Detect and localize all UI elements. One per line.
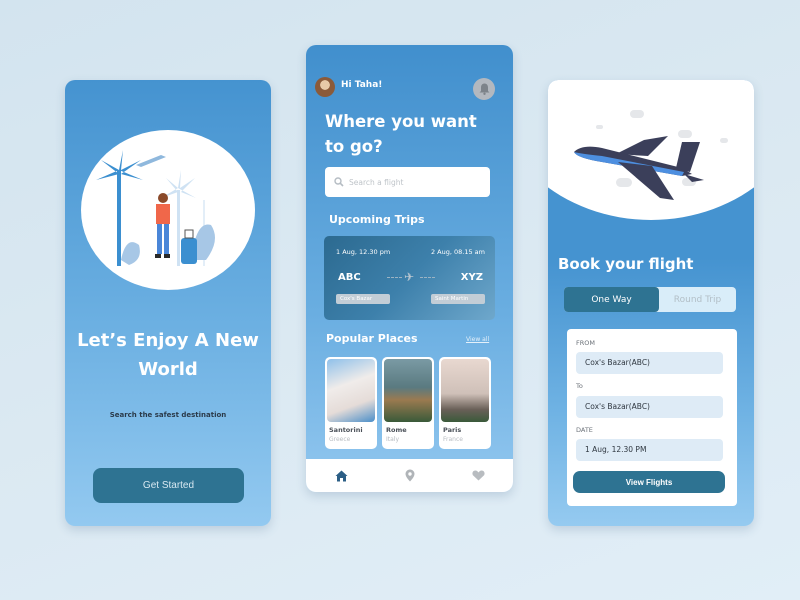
home-screen: Hi Taha! Where you want to go? Search a … [306,45,513,492]
upcoming-trips-heading: Upcoming Trips [329,213,425,226]
notification-button[interactable] [473,78,495,100]
from-field[interactable]: Cox's Bazar(ABC) [576,352,723,374]
onboarding-screen: Let’s Enjoy A New World Search the safes… [65,80,271,526]
from-code: ABC [338,272,361,283]
place-image [384,359,432,422]
popular-places-heading: Popular Places [326,332,418,345]
airplane-icon: ✈ [404,270,415,284]
bell-icon [479,83,489,95]
bottom-nav [306,459,513,492]
page-title: Where you want to go? [325,112,477,156]
trip-type-toggle: One Way Round Trip [564,287,736,312]
trip-card[interactable]: 1 Aug, 12.30 pm 2 Aug, 08.15 am ABC XYZ … [324,236,495,320]
home-icon[interactable] [335,470,348,482]
to-city-tag: Saint Martin [431,294,485,304]
traveler-figure [155,193,170,258]
to-label: To [576,382,583,390]
place-country: Greece [329,436,351,443]
view-all-link[interactable]: View all [466,336,489,343]
booking-form: FROM Cox's Bazar(ABC) To Cox's Bazar(ABC… [567,329,737,506]
booking-screen: Book your flight One Way Round Trip FROM… [548,80,754,526]
place-image [441,359,489,422]
cloud-icon [720,138,728,143]
tab-round-trip[interactable]: Round Trip [659,287,736,312]
avatar[interactable] [315,77,335,97]
place-country: Italy [386,436,400,443]
travel-illustration [81,130,255,290]
depart-time: 1 Aug, 12.30 pm [336,248,391,256]
place-card[interactable]: Paris France [439,357,491,449]
onboarding-subtitle: Search the safest destination [109,411,227,419]
place-card[interactable]: Rome Italy [382,357,434,449]
greeting: Hi Taha! [341,80,383,90]
place-country: France [443,436,463,443]
from-label: FROM [576,339,595,347]
get-started-button[interactable]: Get Started [93,468,244,503]
place-card[interactable]: Santorini Greece [325,357,377,449]
place-image [327,359,375,422]
suitcase-icon [181,229,197,264]
onboarding-title: Let’s Enjoy A New World [77,330,259,380]
route-line [387,277,402,278]
date-label: DATE [576,426,593,434]
search-icon [334,177,344,187]
to-code: XYZ [460,272,483,283]
search-input[interactable]: Search a flight [325,167,490,197]
place-name: Rome [386,426,407,434]
search-placeholder: Search a flight [349,177,404,187]
heart-icon[interactable] [471,470,485,481]
from-city-tag: Cox's Bazar [336,294,390,304]
cloud-icon [596,125,603,129]
airplane-small-icon [136,155,166,167]
place-name: Paris [443,426,462,434]
route-line [420,277,435,278]
place-name: Santorini [329,426,363,434]
arrive-time: 2 Aug, 08.15 am [430,248,485,256]
tab-one-way[interactable]: One Way [564,287,659,312]
to-field[interactable]: Cox's Bazar(ABC) [576,396,723,418]
airplane-illustration [574,136,704,200]
cloud-icon [630,110,644,118]
view-flights-button[interactable]: View Flights [573,471,725,493]
booking-title: Book your flight [558,255,694,273]
location-pin-icon[interactable] [405,469,415,482]
date-field[interactable]: 1 Aug, 12.30 PM [576,439,723,461]
